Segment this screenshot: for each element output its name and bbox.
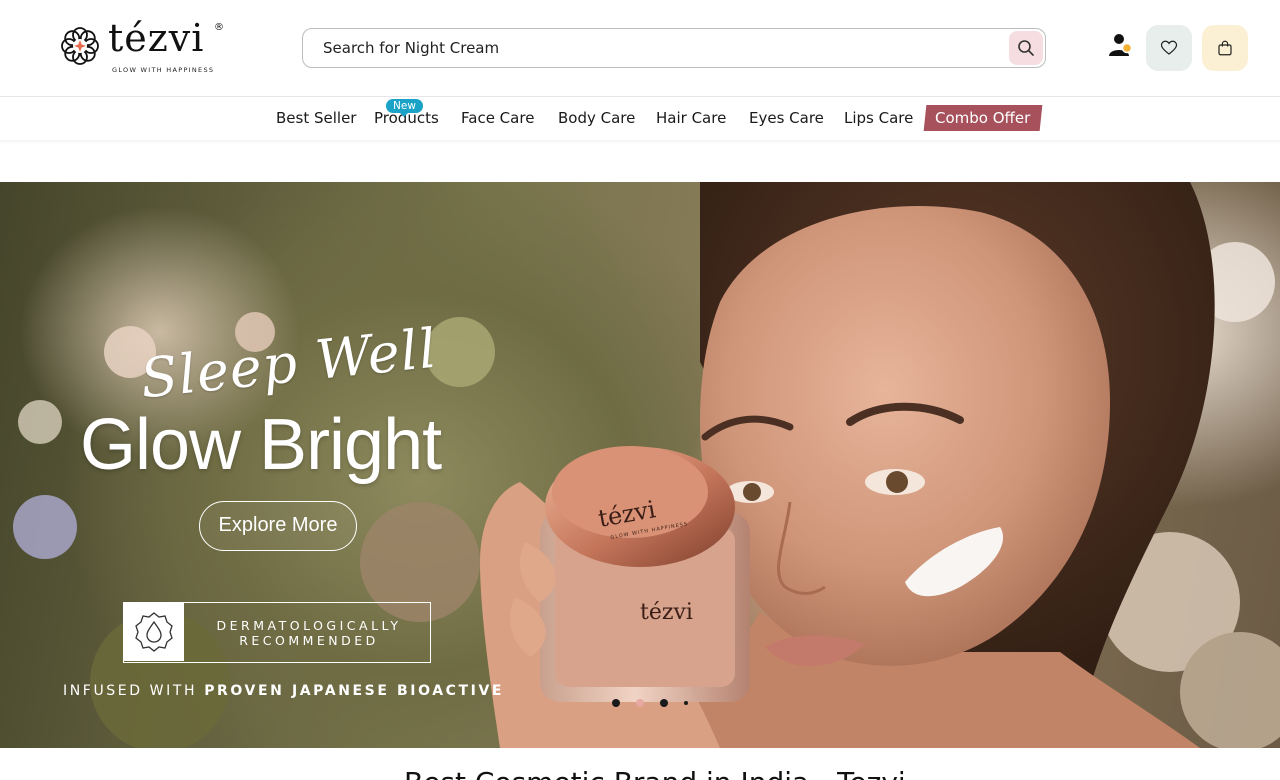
registered-mark: ® xyxy=(214,22,224,33)
nav-body-care[interactable]: Body Care xyxy=(558,109,635,127)
brand-tagline: GLOW WITH HAPPINESS xyxy=(112,66,215,74)
section-title: Best Cosmetic Brand in India - Tezvi xyxy=(404,766,906,780)
new-badge: New xyxy=(386,99,423,117)
derm-badge: DERMATOLOGICALLY RECOMMENDED xyxy=(123,602,431,663)
brand-name: tézvi xyxy=(108,16,205,60)
combo-offer-label: Combo Offer xyxy=(935,109,1031,127)
search-input[interactable] xyxy=(323,37,1003,59)
droplet-seal-icon xyxy=(135,612,173,652)
carousel-dot-4[interactable] xyxy=(684,701,688,705)
carousel-dot-2[interactable] xyxy=(636,699,644,707)
search-bar xyxy=(302,28,1046,68)
search-icon xyxy=(1018,40,1034,56)
search-button[interactable] xyxy=(1009,31,1043,65)
derm-badge-text: DERMATOLOGICALLY RECOMMENDED xyxy=(194,618,424,648)
nav-products[interactable]: Products New xyxy=(374,99,439,127)
brand-logo[interactable]: tézvi ® GLOW WITH HAPPINESS xyxy=(60,16,230,76)
nav-best-seller[interactable]: Best Seller xyxy=(276,109,356,127)
jar-front-brand: tézvi xyxy=(640,600,693,625)
site-header: tézvi ® GLOW WITH HAPPINESS xyxy=(0,0,1280,97)
heart-icon xyxy=(1160,40,1178,55)
derm-badge-line2: RECOMMENDED xyxy=(239,633,379,648)
carousel-dot-1[interactable] xyxy=(612,699,620,707)
explore-more-button[interactable]: Explore More xyxy=(199,501,357,551)
derm-badge-line1: DERMATOLOGICALLY xyxy=(216,618,402,633)
cart-button[interactable] xyxy=(1202,25,1248,71)
nav-face-care[interactable]: Face Care xyxy=(461,109,534,127)
derm-badge-icon-box xyxy=(124,603,184,661)
hero-title: Glow Bright xyxy=(80,405,442,485)
carousel-dot-3[interactable] xyxy=(660,699,668,707)
main-nav: Best Seller Products New Face Care Body … xyxy=(0,97,1280,140)
hero-banner[interactable]: Sleep Well Glow Bright tézvi GLOW WITH H… xyxy=(0,182,1280,748)
infused-bold: PROVEN JAPANESE BIOACTIVE xyxy=(204,683,505,699)
flower-logo-icon xyxy=(61,27,99,65)
bag-icon xyxy=(1218,40,1232,56)
infused-tagline: INFUSED WITH PROVEN JAPANESE BIOACTIVE xyxy=(63,683,504,699)
nav-combo-offer[interactable]: Combo Offer xyxy=(923,105,1043,131)
infused-prefix: INFUSED WITH xyxy=(63,683,198,699)
nav-hair-care[interactable]: Hair Care xyxy=(656,109,726,127)
nav-eyes-care[interactable]: Eyes Care xyxy=(749,109,824,127)
user-icon xyxy=(1109,34,1133,56)
account-button[interactable] xyxy=(1106,30,1136,60)
nav-lips-care[interactable]: Lips Care xyxy=(844,109,913,127)
wishlist-button[interactable] xyxy=(1146,25,1192,71)
